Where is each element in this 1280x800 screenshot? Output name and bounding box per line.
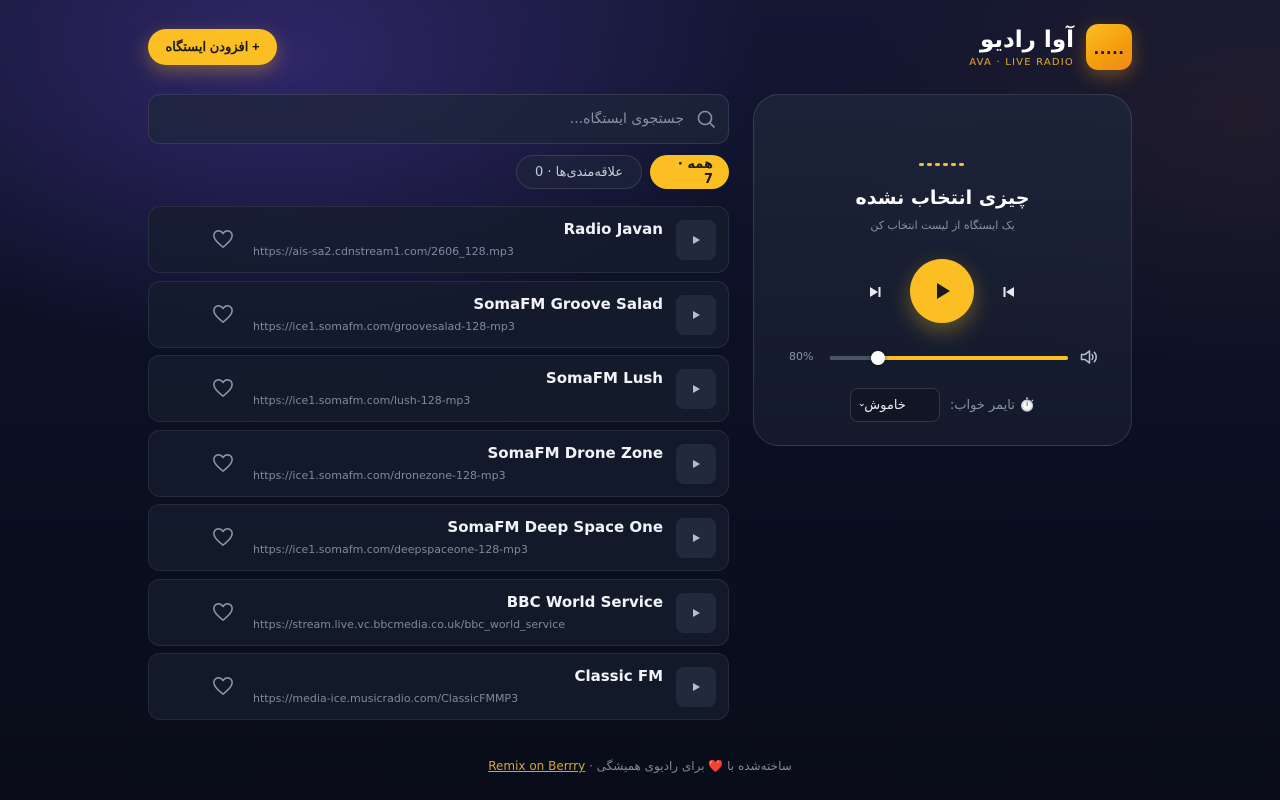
station-item[interactable]: SomaFM Deep Space One https://ice1.somaf… <box>148 504 729 571</box>
play-icon <box>693 385 700 393</box>
volume-value: 80% <box>789 350 814 363</box>
station-item[interactable]: SomaFM Groove Salad https://ice1.somafm.… <box>148 280 729 348</box>
station-name: SomaFM Lush <box>545 369 663 387</box>
station-name: Classic FM <box>574 667 663 685</box>
station-play-button[interactable] <box>676 592 716 633</box>
heart-icon[interactable] <box>212 304 234 324</box>
heart-icon[interactable] <box>212 676 234 696</box>
equalizer-indicator <box>919 163 964 166</box>
filter-favorites-tab[interactable]: علاقه‌مندی‌ها · 0 <box>516 155 642 189</box>
search-box <box>148 94 729 144</box>
volume-icon[interactable] <box>1079 347 1099 367</box>
play-icon <box>693 683 700 691</box>
heart-icon[interactable] <box>212 378 234 398</box>
volume-slider-thumb[interactable] <box>871 351 885 365</box>
now-playing-subtitle: یک ایستگاه از لیست انتخاب کن <box>870 219 1015 232</box>
search-input[interactable] <box>184 111 684 127</box>
footer-text: ساخته‌شده با ❤️ برای رادیوی همیشگی · <box>585 759 792 773</box>
logo-glyph: ..... <box>1093 40 1125 58</box>
station-url: https://ais-sa2.cdnstream1.com/2606_128.… <box>253 245 514 258</box>
app-logo: ..... <box>1086 24 1132 70</box>
play-icon <box>937 283 950 299</box>
station-item[interactable]: Radio Javan https://ais-sa2.cdnstream1.c… <box>148 206 729 273</box>
filter-all-tab[interactable]: همه · 7 <box>650 155 729 189</box>
station-play-button[interactable] <box>676 369 716 409</box>
heart-icon[interactable] <box>212 602 234 622</box>
skip-next-button[interactable] <box>864 281 886 303</box>
sleep-timer: ⏱️ تایمر خواب: خاموش <box>754 388 1131 422</box>
search-icon <box>697 110 715 128</box>
play-icon <box>693 608 700 617</box>
station-item[interactable]: BBC World Service https://stream.live.vc… <box>148 578 729 646</box>
station-play-button[interactable] <box>676 294 716 335</box>
heart-icon[interactable] <box>212 453 234 473</box>
main-play-button[interactable] <box>910 259 974 323</box>
station-item[interactable]: SomaFM Drone Zone https://ice1.somafm.co… <box>148 429 729 497</box>
station-play-button[interactable] <box>676 220 716 260</box>
add-station-button[interactable]: + افزودن ایستگاه <box>148 29 277 65</box>
skip-previous-button[interactable] <box>998 281 1020 303</box>
station-play-button[interactable] <box>676 443 716 484</box>
heart-icon[interactable] <box>212 527 234 547</box>
chevron-down-icon <box>859 403 864 407</box>
station-url: https://stream.live.vc.bbcmedia.co.uk/bb… <box>253 617 566 631</box>
header: + افزودن ایستگاه آوا رادیو AVA · LIVE RA… <box>148 22 1132 74</box>
now-playing-title: چیزی انتخاب نشده <box>855 187 1030 209</box>
heart-icon[interactable] <box>212 229 234 249</box>
sleep-timer-label: ⏱️ تایمر خواب: <box>949 397 1036 413</box>
filter-tabs: همه · 7 علاقه‌مندی‌ها · 0 <box>148 155 729 189</box>
sleep-timer-value: خاموش <box>864 397 906 413</box>
station-url: https://ice1.somafm.com/deepspaceone-128… <box>253 543 528 556</box>
footer: ساخته‌شده با ❤️ برای رادیوی همیشگی · Rem… <box>0 759 1280 773</box>
station-name: SomaFM Deep Space One <box>447 518 663 536</box>
station-item[interactable]: Classic FM https://media-ice.musicradio.… <box>148 653 729 720</box>
brand-text: آوا رادیو AVA · LIVE RADIO <box>969 26 1074 68</box>
station-url: https://ice1.somafm.com/lush-128-mp3 <box>253 394 471 407</box>
station-play-button[interactable] <box>676 667 716 707</box>
skip-next-icon <box>870 287 881 297</box>
station-name: Radio Javan <box>563 220 663 238</box>
station-play-button[interactable] <box>676 518 716 558</box>
app-subtitle: AVA · LIVE RADIO <box>969 57 1074 68</box>
play-icon <box>693 310 700 319</box>
station-name: BBC World Service <box>506 592 663 611</box>
station-url: https://ice1.somafm.com/groovesalad-128-… <box>253 319 515 333</box>
play-icon <box>693 236 700 244</box>
remix-link[interactable]: Remix on Berrry <box>488 759 585 773</box>
app-title: آوا رادیو <box>979 27 1074 53</box>
play-icon <box>693 459 700 468</box>
station-url: https://ice1.somafm.com/dronezone-128-mp… <box>253 468 506 482</box>
station-name: SomaFM Groove Salad <box>473 294 663 313</box>
skip-previous-icon <box>1003 287 1014 297</box>
station-name: SomaFM Drone Zone <box>487 443 663 462</box>
play-icon <box>693 534 700 542</box>
brand: آوا رادیو AVA · LIVE RADIO ..... <box>969 22 1132 72</box>
sleep-timer-select[interactable]: خاموش <box>849 388 940 422</box>
volume-slider[interactable] <box>830 351 1068 365</box>
station-item[interactable]: SomaFM Lush https://ice1.somafm.com/lush… <box>148 355 729 422</box>
station-url: https://media-ice.musicradio.com/Classic… <box>253 692 519 705</box>
station-list: Radio Javan https://ais-sa2.cdnstream1.c… <box>148 206 729 728</box>
player-panel: چیزی انتخاب نشده یک ایستگاه از لیست انتخ… <box>753 94 1132 446</box>
